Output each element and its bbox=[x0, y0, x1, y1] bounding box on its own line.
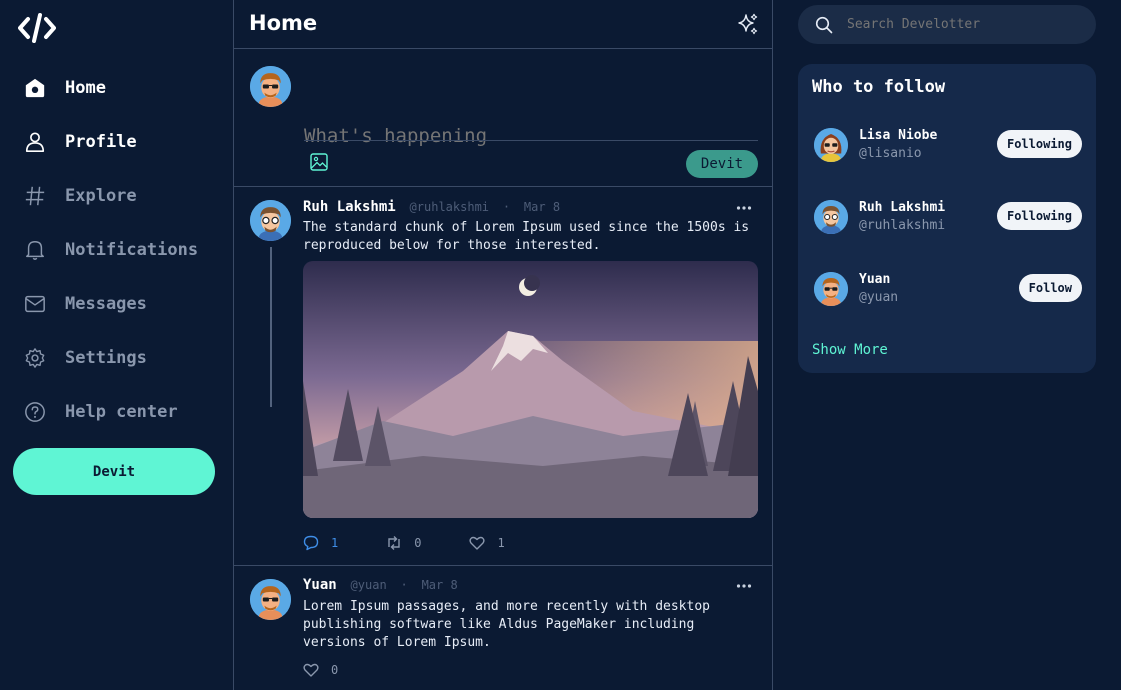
heart-icon bbox=[469, 536, 486, 550]
nav-item-help[interactable]: Help center bbox=[0, 385, 233, 439]
hashtag-icon bbox=[24, 185, 46, 207]
nav-label: Help center bbox=[65, 402, 178, 422]
tweet-date: Mar 8 bbox=[421, 578, 458, 592]
main-nav: Home Profile Explore Notifications Messa… bbox=[0, 61, 233, 439]
more-options-icon[interactable] bbox=[736, 583, 752, 589]
author-name[interactable]: Yuan bbox=[303, 577, 337, 593]
author-name[interactable]: Ruh Lakshmi bbox=[303, 199, 396, 215]
sparkle-icon[interactable] bbox=[736, 12, 760, 36]
following-button[interactable]: Following bbox=[996, 202, 1082, 230]
follow-suggestion[interactable]: Lisa Niobe @lisanio Following bbox=[812, 128, 1082, 168]
user-handle: @ruhlakshmi bbox=[859, 218, 946, 233]
user-name[interactable]: Ruh Lakshmi bbox=[859, 200, 945, 215]
follow-suggestion[interactable]: Yuan @yuan Follow bbox=[812, 272, 1082, 312]
tweet-header: Ruh Lakshmi @ruhlakshmi · Mar 8 bbox=[303, 199, 560, 215]
page-title: Home bbox=[249, 11, 318, 35]
tweet[interactable]: Yuan @yuan · Mar 8 Lorem Ipsum passages,… bbox=[234, 565, 772, 685]
author-handle[interactable]: @yuan bbox=[351, 578, 387, 592]
search-input[interactable] bbox=[847, 17, 1077, 32]
user-handle: @yuan bbox=[859, 290, 899, 305]
nav-label: Explore bbox=[65, 186, 137, 206]
who-to-follow-card: Who to follow Lisa Niobe @lisanio Follow… bbox=[798, 64, 1096, 373]
tweet-composer: Devit bbox=[234, 49, 772, 187]
nav-item-explore[interactable]: Explore bbox=[0, 169, 233, 223]
retweet-count: 0 bbox=[414, 536, 422, 550]
main-timeline: Home Devit Ruh Lakshmi @ruhlakshmi · Ma bbox=[233, 0, 773, 690]
image-upload-icon[interactable] bbox=[310, 153, 328, 171]
avatar[interactable] bbox=[814, 272, 848, 306]
like-button[interactable]: 1 bbox=[469, 535, 505, 551]
avatar[interactable] bbox=[250, 579, 291, 620]
nav-label: Settings bbox=[65, 348, 147, 368]
left-sidebar: Home Profile Explore Notifications Messa… bbox=[0, 0, 233, 690]
devit-button[interactable]: Devit bbox=[13, 448, 215, 495]
show-more-link[interactable]: Show More bbox=[812, 342, 888, 358]
like-count: 0 bbox=[331, 663, 339, 677]
tweet-text: Lorem Ipsum passages, and more recently … bbox=[303, 599, 710, 650]
nav-label: Messages bbox=[65, 294, 147, 314]
avatar[interactable] bbox=[814, 128, 848, 162]
reply-button[interactable]: 1 bbox=[303, 535, 338, 551]
retweet-icon bbox=[388, 536, 400, 550]
user-handle: @lisanio bbox=[859, 146, 922, 161]
nav-item-notifications[interactable]: Notifications bbox=[0, 223, 233, 277]
compose-devit-button[interactable]: Devit bbox=[686, 150, 758, 178]
avatar[interactable] bbox=[250, 200, 291, 241]
user-icon bbox=[24, 131, 46, 153]
following-button[interactable]: Following bbox=[996, 130, 1082, 158]
tweet[interactable]: Ruh Lakshmi @ruhlakshmi · Mar 8 The stan… bbox=[234, 187, 772, 565]
home-icon bbox=[24, 77, 46, 99]
mail-icon bbox=[24, 293, 46, 315]
nav-label: Profile bbox=[65, 132, 137, 152]
like-button[interactable]: 0 bbox=[303, 662, 338, 678]
follow-button[interactable]: Follow bbox=[1018, 274, 1082, 302]
separator-dot: · bbox=[400, 578, 408, 592]
tweet-text: The standard chunk of Lorem Ipsum used s… bbox=[303, 220, 750, 253]
divider bbox=[304, 140, 758, 141]
thread-line bbox=[270, 247, 272, 407]
nav-label: Notifications bbox=[65, 240, 199, 260]
nav-item-profile[interactable]: Profile bbox=[0, 115, 233, 169]
tweet-actions: 1 0 1 bbox=[303, 535, 505, 551]
like-count: 1 bbox=[497, 536, 505, 550]
timeline-header: Home bbox=[234, 0, 772, 49]
nav-item-home[interactable]: Home bbox=[0, 61, 233, 115]
help-icon bbox=[24, 401, 46, 423]
author-handle[interactable]: @ruhlakshmi bbox=[410, 200, 489, 214]
bell-icon bbox=[24, 239, 46, 261]
more-options-icon[interactable] bbox=[736, 205, 752, 211]
avatar[interactable] bbox=[814, 200, 848, 234]
separator-dot: · bbox=[502, 200, 511, 214]
code-logo-icon[interactable] bbox=[18, 12, 56, 44]
tweet-actions: 0 bbox=[303, 662, 338, 678]
user-name[interactable]: Lisa Niobe bbox=[859, 128, 937, 143]
tweet-image-mountain[interactable] bbox=[303, 261, 758, 518]
comment-icon bbox=[303, 535, 319, 551]
retweet-button[interactable]: 0 bbox=[386, 535, 421, 551]
tweet-date: Mar 8 bbox=[523, 200, 561, 214]
nav-label: Home bbox=[65, 78, 106, 98]
card-title: Who to follow bbox=[812, 77, 946, 97]
tweet-header: Yuan @yuan · Mar 8 bbox=[303, 577, 458, 593]
follow-suggestion[interactable]: Ruh Lakshmi @ruhlakshmi Following bbox=[812, 200, 1082, 240]
heart-icon bbox=[303, 663, 319, 677]
avatar[interactable] bbox=[250, 66, 291, 107]
nav-item-messages[interactable]: Messages bbox=[0, 277, 233, 331]
nav-item-settings[interactable]: Settings bbox=[0, 331, 233, 385]
compose-input[interactable] bbox=[304, 125, 754, 147]
search-bar[interactable] bbox=[798, 5, 1096, 44]
user-name[interactable]: Yuan bbox=[859, 272, 890, 287]
reply-count: 1 bbox=[331, 536, 339, 550]
gear-icon bbox=[24, 347, 46, 369]
search-icon bbox=[815, 16, 833, 33]
